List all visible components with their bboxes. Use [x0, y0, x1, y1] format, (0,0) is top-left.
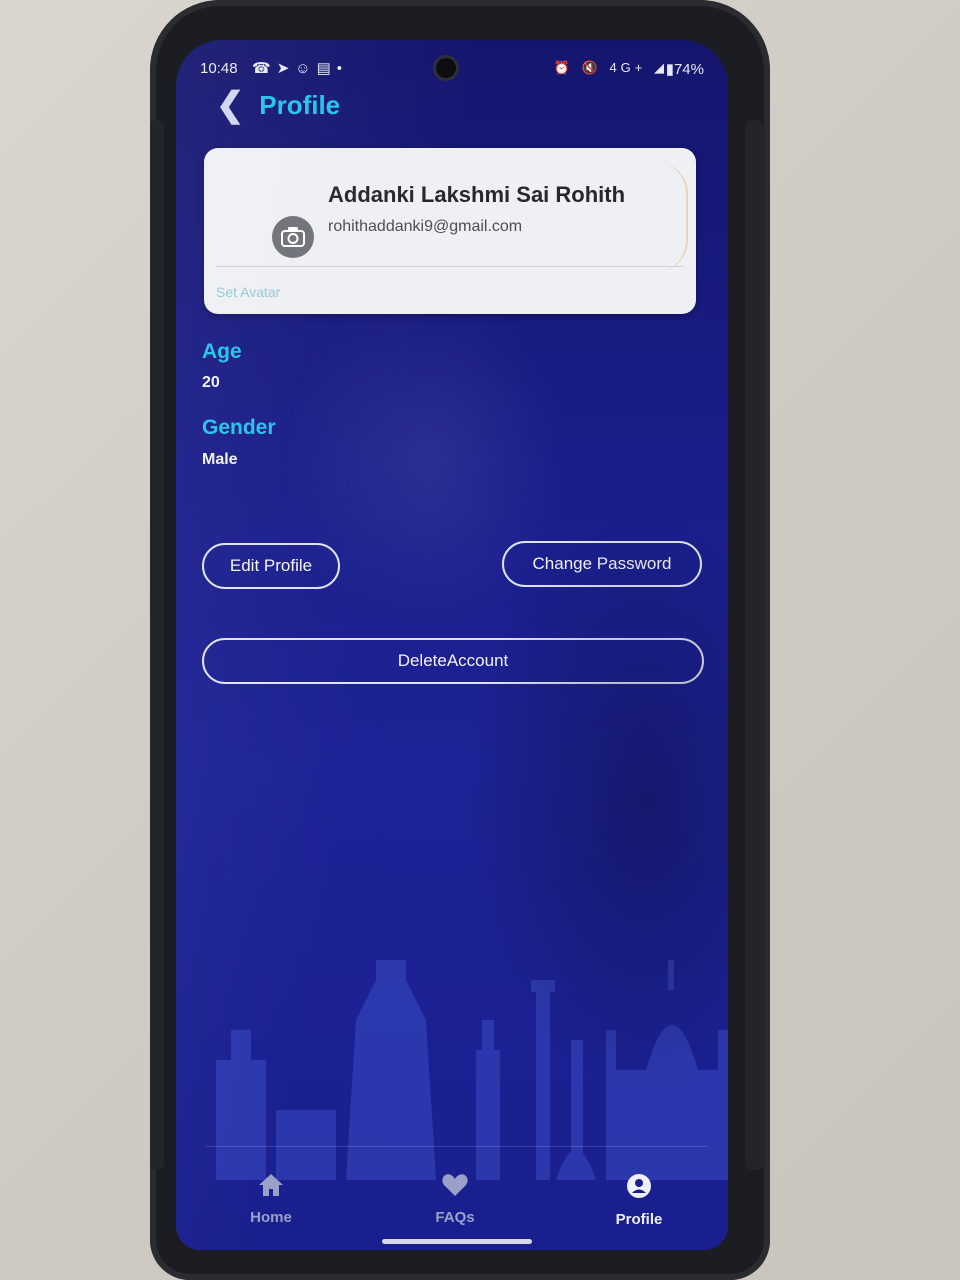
- camera-icon: [281, 227, 305, 247]
- bottom-navigation: Home FAQs Profile: [176, 1140, 728, 1250]
- front-camera: [436, 58, 456, 78]
- more-dot-icon: •: [336, 60, 349, 77]
- set-avatar-link[interactable]: Set Avatar: [216, 284, 280, 300]
- change-password-button[interactable]: Change Password: [502, 541, 702, 587]
- mute-icon: 🔇: [581, 60, 602, 75]
- delete-account-button[interactable]: DeleteAccount: [202, 638, 704, 684]
- profile-name: Addanki Lakshmi Sai Rohith: [328, 182, 626, 207]
- nav-faqs[interactable]: FAQs: [410, 1172, 500, 1226]
- notification-icons: ☎➤☺▤•: [252, 59, 348, 77]
- avatar[interactable]: [272, 216, 314, 258]
- nav-home-label: Home: [250, 1209, 292, 1226]
- nav-divider: [206, 1146, 708, 1147]
- battery-level: ▮74%: [666, 60, 704, 78]
- network-type: 4G+: [609, 60, 647, 75]
- phone-frame-right: [745, 120, 765, 1170]
- app-screen: 10:48 ☎➤☺▤• ⏰ 🔇 4G+ ◢ ▮74% ❮ Profile Add…: [176, 40, 728, 1250]
- profile-card: Addanki Lakshmi Sai Rohith rohithaddanki…: [204, 148, 696, 314]
- whatsapp-icon: ☎: [252, 60, 277, 77]
- card-divider: [216, 266, 684, 267]
- battery-percent: 74%: [673, 61, 704, 78]
- chevron-left-icon[interactable]: ❮: [216, 88, 245, 122]
- nav-home[interactable]: Home: [226, 1172, 316, 1226]
- home-icon: [259, 1174, 283, 1196]
- age-label: Age: [202, 340, 242, 363]
- status-time: 10:48: [200, 60, 238, 77]
- nav-profile-label: Profile: [615, 1211, 663, 1228]
- card-decoration: [656, 162, 688, 272]
- nav-faqs-label: FAQs: [435, 1209, 475, 1226]
- phone-frame-left: [150, 120, 164, 1170]
- nav-profile[interactable]: Profile: [594, 1172, 684, 1228]
- profile-email: rohithaddanki9@gmail.com: [328, 218, 523, 235]
- telegram-icon: ➤: [276, 60, 296, 77]
- notes-icon: ▤: [316, 60, 337, 77]
- edit-profile-button[interactable]: Edit Profile: [202, 543, 340, 589]
- age-value: 20: [202, 374, 220, 391]
- snapchat-icon: ☺: [295, 60, 317, 77]
- alarm-icon: ⏰: [553, 60, 574, 75]
- system-icons: ⏰ 🔇 4G+ ◢: [554, 60, 668, 76]
- gender-label: Gender: [202, 416, 276, 439]
- user-icon: [627, 1174, 651, 1198]
- heart-icon: [442, 1174, 468, 1196]
- page-title: Profile: [259, 89, 341, 120]
- app-header: ❮ Profile: [216, 88, 340, 128]
- gesture-home-bar[interactable]: [382, 1239, 532, 1244]
- gender-value: Male: [202, 451, 238, 468]
- battery-icon: ▮: [665, 61, 674, 78]
